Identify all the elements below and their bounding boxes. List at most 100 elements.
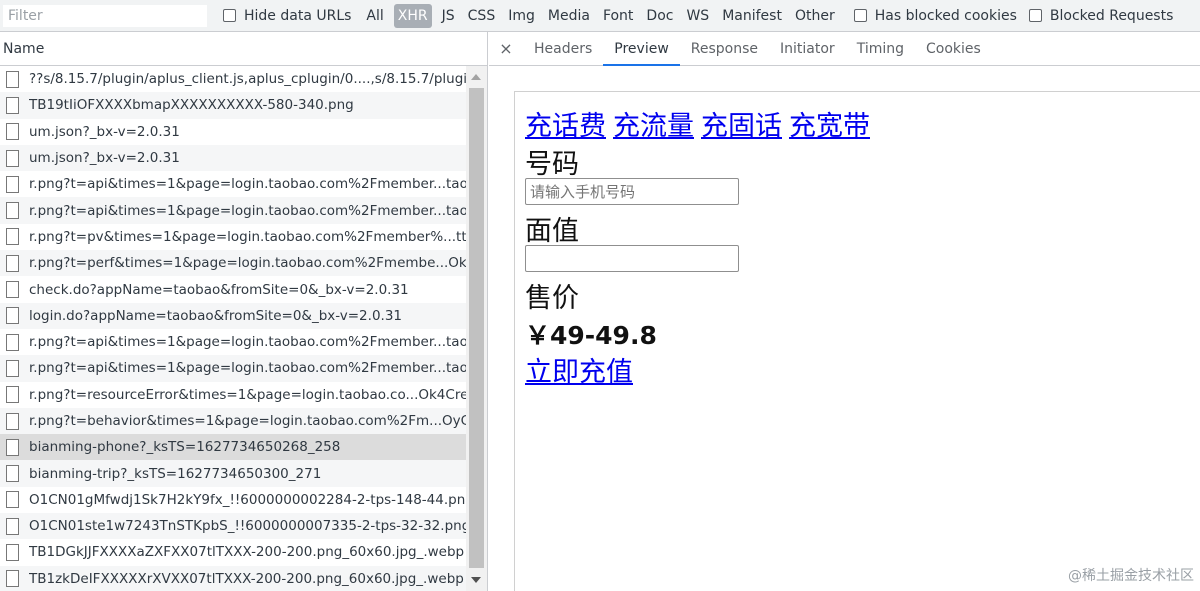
request-row[interactable]: r.png?t=pv&times=1&page=login.taobao.com… [0,224,466,250]
request-rows: ??s/8.15.7/plugin/aplus_client.js,aplus_… [0,66,466,591]
request-name: TB19tIiOFXXXXbmapXXXXXXXXXX-580-340.png [29,97,354,114]
request-row[interactable]: O1CN01gMfwdj1Sk7H2kY9fx_!!6000000002284-… [0,487,466,513]
type-filter-doc[interactable]: Doc [643,6,676,26]
type-filter-ws[interactable]: WS [683,6,712,26]
type-filter-media[interactable]: Media [545,6,593,26]
request-row[interactable]: bianming-trip?_ksTS=1627734650300_271 [0,460,466,487]
network-filter-bar: Hide data URLs All XHR JS CSS Img Media … [0,0,1200,32]
type-filter-js[interactable]: JS [439,6,458,26]
link-recharge-phone[interactable]: 充话费 [525,111,606,142]
blocked-requests-checkbox[interactable]: Blocked Requests [1028,7,1174,24]
request-name: um.json?_bx-v=2.0.31 [29,150,180,167]
recharge-now-link[interactable]: 立即充值 [525,350,633,389]
type-filter-xhr[interactable]: XHR [393,3,432,28]
request-name: ??s/8.15.7/plugin/aplus_client.js,aplus_… [29,71,466,88]
request-row[interactable]: r.png?t=api&times=1&page=login.taobao.co… [0,197,466,224]
number-label: 号码 [525,149,579,180]
request-list-scrollbar[interactable] [466,66,487,591]
request-name: TB1zkDeIFXXXXXrXVXX07tlTXXX-200-200.png_… [29,570,464,587]
request-row[interactable]: TB1DGkJJFXXXXaZXFXX07tlTXXX-200-200.png_… [0,539,466,565]
tab-timing[interactable]: Timing [846,32,915,65]
request-row[interactable]: login.do?appName=taobao&fromSite=0&_bx-v… [0,302,466,329]
hide-data-urls-checkbox[interactable]: Hide data URLs [223,8,351,24]
request-name: r.png?t=api&times=1&page=login.taobao.co… [29,334,466,351]
checkbox-box[interactable] [1028,9,1042,22]
file-icon [6,517,19,535]
request-row[interactable]: bianming-phone?_ksTS=1627734650268_258 [0,434,466,461]
request-name: bianming-phone?_ksTS=1627734650268_258 [29,439,341,456]
request-row[interactable]: r.png?t=perf&times=1&page=login.taobao.c… [0,250,466,277]
file-icon [6,491,19,509]
tab-preview[interactable]: Preview [603,32,680,66]
request-row[interactable]: check.do?appName=taobao&fromSite=0&_bx-v… [0,276,466,302]
file-icon [6,307,19,325]
request-name: r.png?t=api&times=1&page=login.taobao.co… [29,360,466,377]
request-row[interactable]: ??s/8.15.7/plugin/aplus_client.js,aplus_… [0,66,466,92]
file-icon [6,386,19,404]
face-value-label: 面值 [525,216,579,247]
request-row[interactable]: O1CN01ste1w7243TnSTKpbS_!!6000000007335-… [0,513,466,540]
tab-response[interactable]: Response [680,32,769,65]
close-icon[interactable]: × [489,32,523,65]
request-row[interactable]: TB1zkDeIFXXXXXrXVXX07tlTXXX-200-200.png_… [0,565,466,591]
request-name: O1CN01gMfwdj1Sk7H2kY9fx_!!6000000002284-… [29,491,466,508]
link-recharge-data[interactable]: 充流量 [613,111,694,142]
request-name: TB1DGkJJFXXXXaZXFXX07tlTXXX-200-200.png_… [29,544,465,561]
name-column-header[interactable]: Name [0,32,487,66]
file-icon [6,123,19,141]
file-icon [6,543,19,561]
request-row[interactable]: r.png?t=api&times=1&page=login.taobao.co… [0,355,466,382]
type-filter-other[interactable]: Other [792,6,838,26]
request-name: r.png?t=resourceError&times=1&page=login… [29,386,466,403]
request-row[interactable]: r.png?t=api&times=1&page=login.taobao.co… [0,329,466,355]
file-icon [6,359,19,377]
type-filter-img[interactable]: Img [505,6,538,26]
filter-input[interactable] [3,4,207,27]
link-recharge-landline[interactable]: 充固话 [701,111,782,142]
request-name: r.png?t=behavior&times=1&page=login.taob… [29,413,466,429]
file-icon [6,149,19,167]
file-icon [6,254,19,272]
request-name: check.do?appName=taobao&fromSite=0&_bx-v… [29,281,409,298]
request-row[interactable]: r.png?t=resourceError&times=1&page=login… [0,382,466,408]
price-value: ￥49-49.8 [525,321,657,350]
has-blocked-cookies-label: Has blocked cookies [874,7,1017,24]
request-name: r.png?t=perf&times=1&page=login.taobao.c… [29,255,466,272]
request-name: r.png?t=api&times=1&page=login.taobao.co… [29,202,466,219]
detail-tab-bar: × Headers Preview Response Initiator Timing C… [489,32,1200,66]
phone-number-input[interactable] [525,178,739,205]
file-icon [6,333,19,351]
request-row[interactable]: TB19tIiOFXXXXbmapXXXXXXXXXX-580-340.png [0,92,466,119]
file-icon [6,202,19,220]
scroll-down-arrow-icon[interactable] [471,577,481,583]
file-icon [6,465,19,483]
request-list-panel: Name ??s/8.15.7/plugin/aplus_client.js,a… [0,32,488,591]
link-recharge-broadband[interactable]: 充宽带 [789,111,870,142]
blocked-requests-label: Blocked Requests [1049,7,1174,24]
tab-cookies[interactable]: Cookies [915,32,992,65]
type-filter-manifest[interactable]: Manifest [719,6,785,26]
file-icon [6,281,19,299]
request-row[interactable]: r.png?t=behavior&times=1&page=login.taob… [0,407,466,435]
file-icon [6,70,19,88]
file-icon [6,228,19,246]
type-filter-font[interactable]: Font [600,6,636,26]
face-value-input[interactable] [525,245,739,272]
request-name: um.json?_bx-v=2.0.31 [29,123,180,140]
scrollbar-thumb[interactable] [469,88,484,568]
request-name: bianming-trip?_ksTS=1627734650300_271 [29,465,322,482]
preview-frame: 充话费充流量充固话充宽带 号码 面值 售价 ￥49-49.8 立即充值 [514,91,1200,591]
request-name: login.do?appName=taobao&fromSite=0&_bx-v… [29,307,402,324]
scroll-up-arrow-icon[interactable] [471,74,481,80]
file-icon [6,175,19,193]
request-row[interactable]: r.png?t=api&times=1&page=login.taobao.co… [0,171,466,197]
tab-headers[interactable]: Headers [523,32,603,65]
request-row[interactable]: um.json?_bx-v=2.0.31 [0,119,466,145]
checkbox-box[interactable] [223,9,236,22]
type-filter-css[interactable]: CSS [465,6,499,26]
checkbox-box[interactable] [853,9,867,22]
tab-initiator[interactable]: Initiator [769,32,846,65]
request-row[interactable]: um.json?_bx-v=2.0.31 [0,144,466,172]
has-blocked-cookies-checkbox[interactable]: Has blocked cookies [853,7,1017,24]
type-filter-all[interactable]: All [363,6,386,26]
